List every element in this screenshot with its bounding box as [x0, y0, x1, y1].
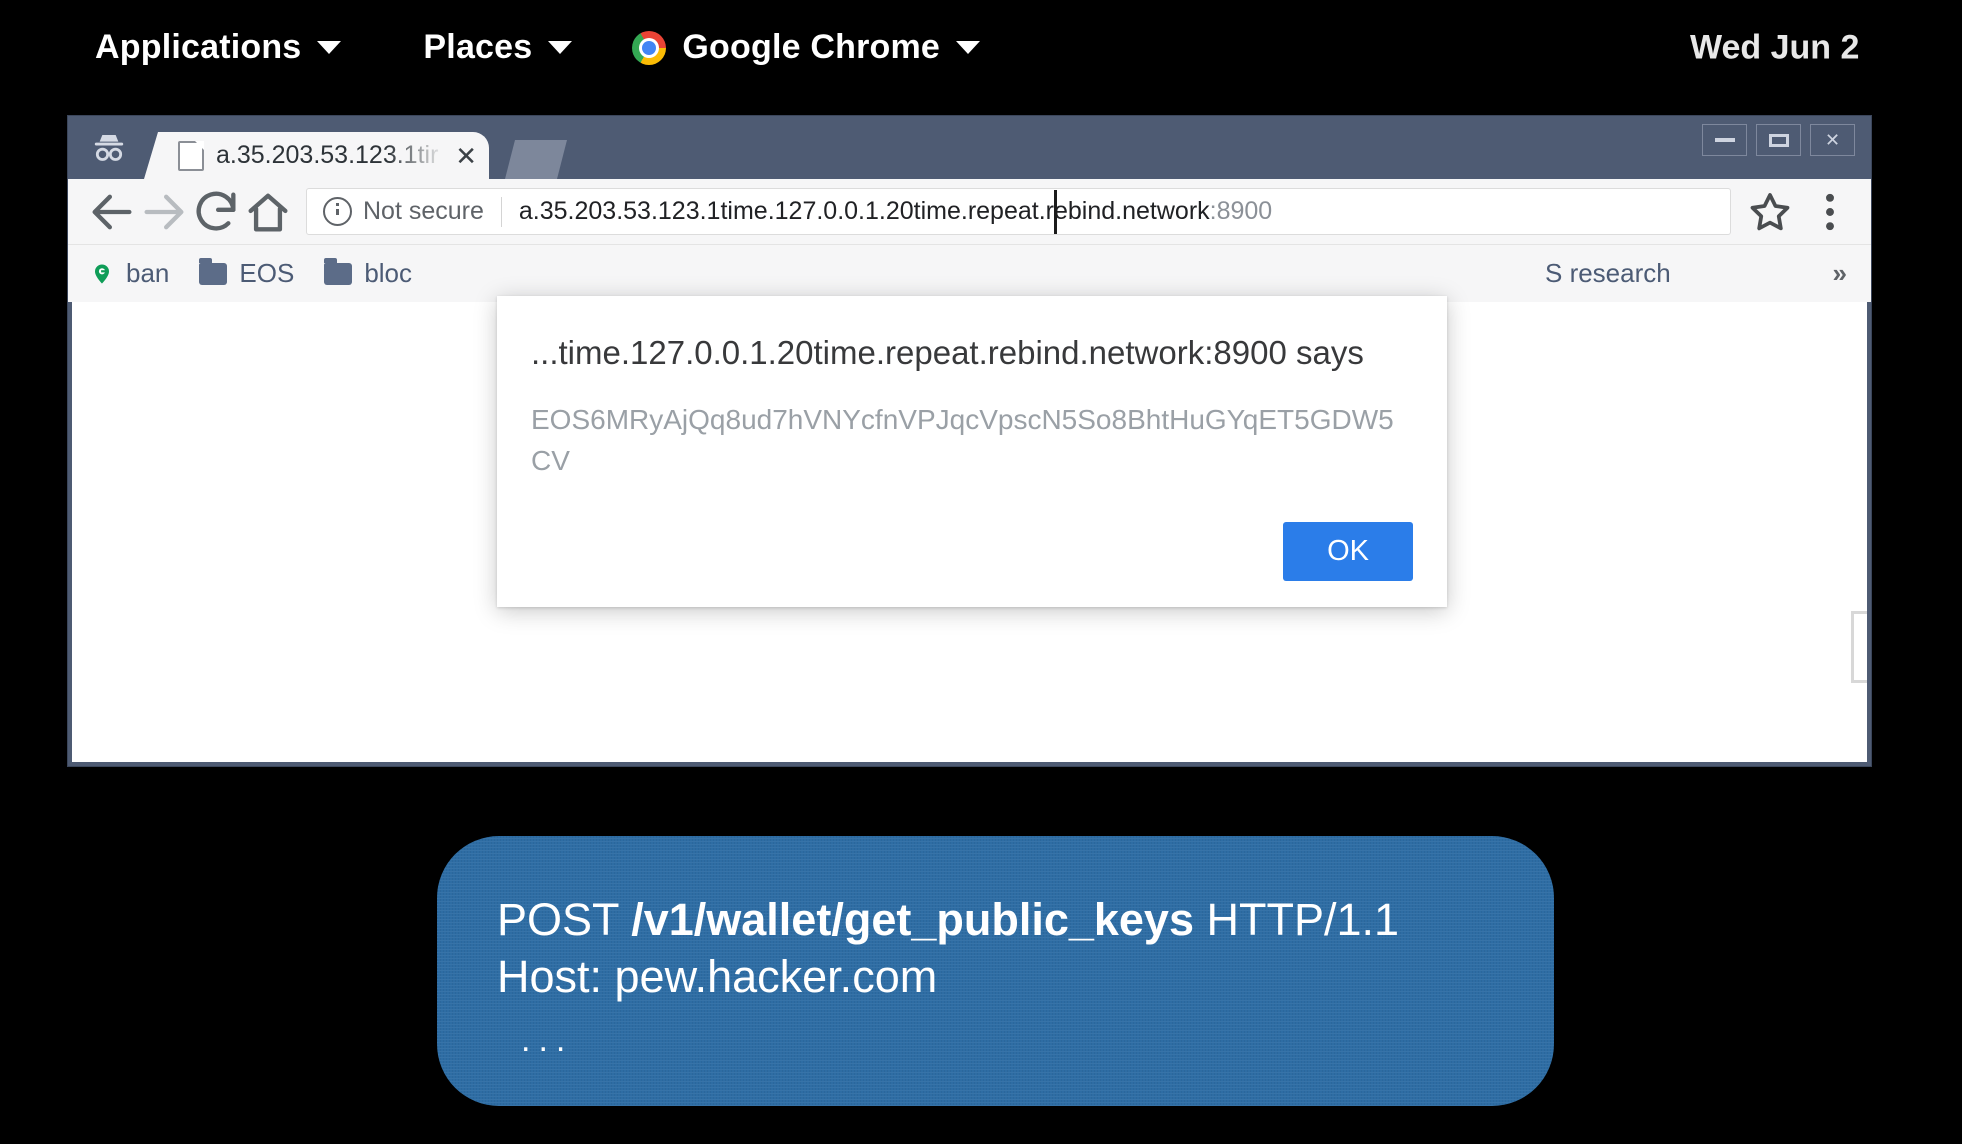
http-path: /v1/wallet/get_public_keys — [631, 894, 1194, 945]
http-request-callout: POST /v1/wallet/get_public_keys HTTP/1.1… — [437, 836, 1554, 1106]
menu-applications[interactable]: Applications — [95, 28, 342, 67]
javascript-alert-dialog: ...time.127.0.0.1.20time.repeat.rebind.n… — [497, 296, 1447, 608]
window-controls: ✕ — [1702, 124, 1855, 156]
home-icon[interactable] — [242, 186, 294, 238]
tab-close-icon[interactable]: ✕ — [455, 143, 477, 169]
tab-strip: a.35.203.53.123.1tir ✕ ✕ — [68, 116, 1871, 179]
http-version: HTTP/1.1 — [1193, 894, 1400, 945]
back-arrow-icon[interactable] — [86, 186, 138, 238]
bookmark-item-eos[interactable]: EOS — [199, 257, 295, 289]
dialog-title: ...time.127.0.0.1.20time.repeat.rebind.n… — [531, 334, 1364, 371]
star-outline-icon[interactable] — [1745, 187, 1795, 237]
url-port: :8900 — [1209, 197, 1273, 225]
http-request-line: POST /v1/wallet/get_public_keys HTTP/1.1 — [497, 892, 1554, 949]
bookmarks-bar: ban EOS bloc S research » — [68, 244, 1871, 302]
text-cursor — [1054, 190, 1057, 234]
minimize-button[interactable] — [1702, 124, 1747, 156]
menu-chrome-label: Google Chrome — [682, 28, 941, 66]
new-tab-button[interactable] — [505, 140, 567, 179]
info-circle-icon — [323, 197, 352, 226]
chevron-down-icon — [956, 41, 981, 54]
ok-button[interactable]: OK — [1283, 522, 1413, 582]
menu-places[interactable]: Places — [423, 28, 573, 67]
folder-icon — [324, 257, 353, 285]
desktop-top-panel: Applications Places Google Chrome Wed Ju… — [0, 0, 1962, 95]
menu-applications-label: Applications — [95, 28, 302, 66]
bookmark-label: bloc — [364, 258, 413, 288]
omnibox-divider — [500, 196, 502, 227]
bookmark-item-research[interactable]: S research — [1545, 258, 1671, 289]
address-bar[interactable]: Not secure a.35.203.53.123.1time.127.0.0… — [306, 188, 1731, 235]
dialog-message: EOS6MRyAjQq8ud7hVNYcfnVPJqcVpscN5So8BhtH… — [531, 404, 1394, 476]
close-button[interactable]: ✕ — [1810, 124, 1855, 156]
page-icon — [178, 140, 204, 171]
three-dot-menu-icon[interactable] — [1805, 187, 1855, 237]
chevron-down-icon — [548, 41, 573, 54]
pin-icon — [95, 264, 109, 283]
folder-icon — [199, 257, 228, 285]
incognito-icon — [94, 135, 124, 161]
viewport-edge-element — [1851, 611, 1867, 683]
bookmark-label: EOS — [239, 258, 295, 288]
http-host-line: Host: pew.hacker.com — [497, 950, 938, 1002]
reload-icon[interactable] — [190, 186, 242, 238]
bookmark-item-ban[interactable]: ban — [90, 258, 169, 289]
http-truncation-ellipsis: ... — [521, 1021, 574, 1060]
menu-google-chrome[interactable]: Google Chrome — [632, 28, 981, 67]
security-indicator[interactable]: Not secure — [323, 197, 484, 226]
browser-tab[interactable]: a.35.203.53.123.1tir ✕ — [144, 132, 489, 179]
tab-title: a.35.203.53.123.1tir — [216, 141, 439, 169]
menu-places-label: Places — [423, 28, 533, 66]
dialog-actions: OK — [531, 522, 1413, 582]
panel-clock[interactable]: Wed Jun 2 — [1690, 28, 1859, 67]
url-host: a.35.203.53.123.1time.127.0.0.1.20time.r… — [518, 197, 1210, 225]
address-bar-url: a.35.203.53.123.1time.127.0.0.1.20time.r… — [519, 197, 1272, 226]
maximize-button[interactable] — [1756, 124, 1801, 156]
chrome-logo-icon — [632, 30, 667, 65]
security-label: Not secure — [363, 197, 484, 225]
chevron-down-icon — [317, 41, 342, 54]
http-method: POST — [497, 894, 632, 945]
bookmarks-overflow-icon[interactable]: » — [1833, 258, 1847, 289]
forward-arrow-icon — [144, 194, 184, 229]
bookmark-item-bloc[interactable]: bloc — [324, 257, 413, 289]
bookmark-label: ban — [126, 258, 170, 288]
browser-toolbar: Not secure a.35.203.53.123.1time.127.0.0… — [68, 179, 1871, 244]
